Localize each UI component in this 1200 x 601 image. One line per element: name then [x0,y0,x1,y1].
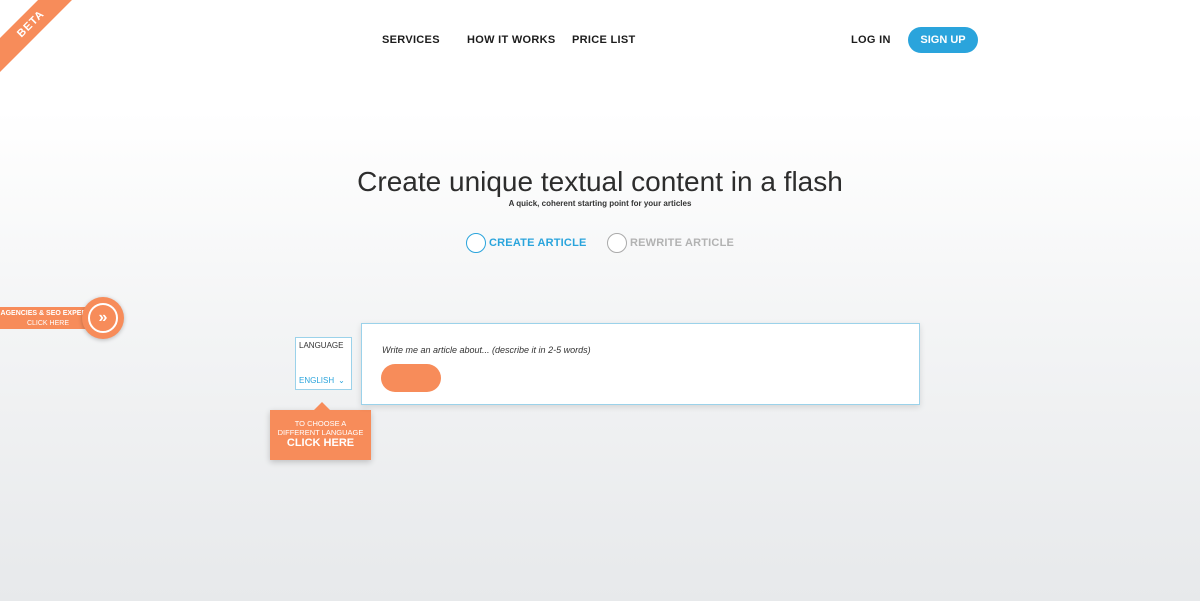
radio-rewrite-article[interactable]: REWRITE ARTICLE [607,233,734,253]
double-chevron-right-icon: » [88,303,118,333]
language-callout[interactable]: TO CHOOSE A DIFFERENT LANGUAGE CLICK HER… [270,402,371,460]
agencies-button[interactable]: » [82,297,124,339]
chevron-down-icon: ⌄ [338,376,345,385]
page-title: Create unique textual content in a flash [357,166,843,197]
radio-circle-icon [607,233,627,253]
radio-create-article[interactable]: CREATE ARTICLE [466,233,587,253]
beta-ribbon: BETA [0,0,80,79]
language-dropdown[interactable]: ENGLISH ⌄ [299,376,345,385]
beta-ribbon-container: BETA [0,0,80,80]
generate-button[interactable] [381,364,441,392]
nav-price-list[interactable]: PRICE LIST [572,34,636,46]
nav-how-it-works[interactable]: HOW IT WORKS [467,34,556,46]
language-selector[interactable]: LANGUAGE ENGLISH ⌄ [295,337,352,390]
radio-circle-icon [466,233,486,253]
nav-services[interactable]: SERVICES [382,34,440,46]
callout-cta: CLICK HERE [286,437,355,449]
callout-line2: DIFFERENT LANGUAGE [277,428,364,437]
language-label: LANGUAGE [299,341,344,350]
radio-create-article-label: CREATE ARTICLE [489,237,587,249]
article-topic-input[interactable] [382,343,882,357]
login-link[interactable]: LOG IN [851,34,891,46]
page-subtitle: A quick, coherent starting point for you… [508,199,692,208]
signup-button[interactable]: SIGN UP [908,27,978,53]
article-form [361,323,920,405]
language-selected-value: ENGLISH [299,376,335,385]
callout-line1: TO CHOOSE A [294,419,347,428]
radio-rewrite-article-label: REWRITE ARTICLE [630,237,735,249]
